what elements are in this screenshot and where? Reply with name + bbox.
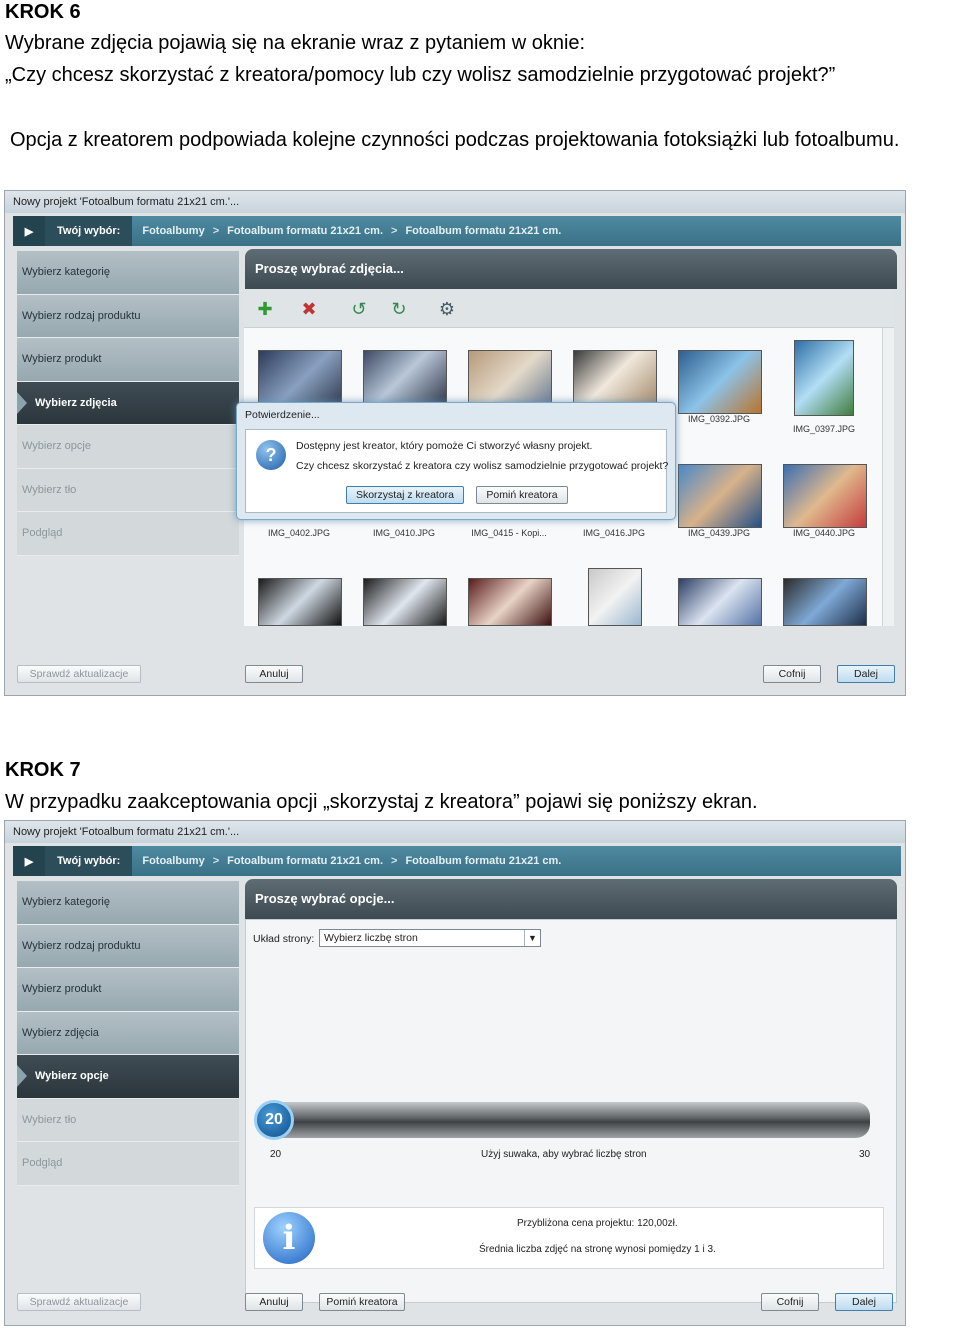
step6-line3: Opcja z kreatorem podpowiada kolejne czy…: [10, 129, 900, 151]
step7-line1: W przypadku zaakceptowania opcji „skorzy…: [5, 791, 758, 813]
breadcrumb-item[interactable]: Fotoalbum formatu 21x21 cm.: [405, 225, 561, 237]
page-count-select[interactable]: Wybierz liczbę stron ▼: [319, 929, 541, 947]
photo-thumb[interactable]: [783, 464, 867, 528]
breadcrumb: ▶ Twój wybór: Fotoalbumy > Fotoalbum for…: [13, 216, 901, 246]
photo-thumb[interactable]: [783, 578, 867, 626]
dialog-title: Potwierdzenie...: [245, 409, 320, 421]
dialog-line2: Czy chcesz skorzystać z kreatora czy wol…: [296, 460, 669, 472]
photo-label: IMG_0397.JPG: [792, 424, 856, 434]
window-title: Nowy projekt 'Fotoalbum formatu 21x21 cm…: [5, 191, 905, 213]
page-count-select-value: Wybierz liczbę stron: [324, 932, 418, 944]
price-text: Przybliżona cena projektu: 120,00zł.: [517, 1218, 678, 1229]
photo-label: IMG_0415 - Kopi...: [471, 528, 547, 538]
sidebar-item-category[interactable]: Wybierz kategorię: [17, 251, 239, 295]
breadcrumb-separator: >: [212, 225, 220, 237]
breadcrumb-arrow-icon[interactable]: ▶: [13, 846, 45, 876]
cancel-button[interactable]: Anuluj: [245, 665, 303, 683]
photo-label: IMG_0439.JPG: [687, 528, 751, 538]
sidebar-item-photos[interactable]: Wybierz zdjęcia: [17, 381, 239, 425]
breadcrumb-item[interactable]: Fotoalbum formatu 21x21 cm.: [405, 855, 561, 867]
gear-icon[interactable]: ⚙: [434, 296, 460, 322]
photo-grid-scrollbar[interactable]: [882, 328, 894, 626]
photo-label: IMG_0402.JPG: [267, 528, 331, 538]
breadcrumb-separator: >: [212, 855, 220, 867]
breadcrumb: ▶ Twój wybór: Fotoalbumy > Fotoalbum for…: [13, 846, 901, 876]
breadcrumb-arrow-icon[interactable]: ▶: [13, 216, 45, 246]
sidebar-item-preview: Podgląd: [17, 1142, 239, 1186]
sidebar-item-product[interactable]: Wybierz produkt: [17, 968, 239, 1012]
step6-heading: KROK 6: [5, 1, 81, 23]
slider-hint: Użyj suwaka, aby wybrać liczbę stron: [481, 1149, 647, 1160]
next-button[interactable]: Dalej: [835, 1293, 893, 1311]
step6-line2: „Czy chcesz skorzystać z kreatora/pomocy…: [5, 64, 836, 86]
sidebar-item-photos[interactable]: Wybierz zdjęcia: [17, 1011, 239, 1055]
photo-thumb[interactable]: [794, 340, 854, 416]
add-photos-icon[interactable]: ✚: [252, 296, 278, 322]
photo-thumb[interactable]: [468, 578, 552, 626]
sidebar-item-product-type[interactable]: Wybierz rodzaj produktu: [17, 294, 239, 338]
dialog-line1: Dostępny jest kreator, który pomoże Ci s…: [296, 440, 593, 452]
breadcrumb-item[interactable]: Fotoalbumy: [142, 855, 204, 867]
step7-heading: KROK 7: [5, 759, 81, 781]
photo-thumb[interactable]: [363, 578, 447, 626]
skip-wizard-button[interactable]: Pomiń kreatora: [476, 486, 568, 504]
slider-knob[interactable]: 20: [254, 1100, 294, 1140]
skip-wizard-button[interactable]: Pomiń kreatora: [319, 1293, 405, 1311]
photo-label: IMG_0410.JPG: [372, 528, 436, 538]
info-icon: i: [263, 1212, 315, 1264]
rotate-left-icon[interactable]: ↺: [346, 296, 372, 322]
photo-thumb[interactable]: [258, 578, 342, 626]
question-icon: ?: [256, 440, 286, 470]
back-button[interactable]: Cofnij: [763, 665, 821, 683]
layout-label: Układ strony:: [253, 933, 315, 945]
sidebar-item-category[interactable]: Wybierz kategorię: [17, 881, 239, 925]
breadcrumb-item[interactable]: Fotoalbum formatu 21x21 cm.: [227, 225, 383, 237]
sidebar-item-options[interactable]: Wybierz opcje: [17, 1055, 239, 1099]
sidebar-item-product-type[interactable]: Wybierz rodzaj produktu: [17, 924, 239, 968]
wizard-steps-sidebar: Wybierz kategorię Wybierz rodzaj produkt…: [17, 251, 239, 556]
photo-thumb[interactable]: [678, 578, 762, 626]
check-updates-button[interactable]: Sprawdź aktualizacje: [17, 665, 141, 683]
wizard-steps-sidebar: Wybierz kategorię Wybierz rodzaj produkt…: [17, 881, 239, 1186]
sidebar-item-background: Wybierz tło: [17, 1098, 239, 1142]
slider-max-label: 30: [859, 1149, 871, 1160]
panel-title: Proszę wybrać zdjęcia...: [245, 249, 897, 289]
sidebar-item-options: Wybierz opcje: [17, 425, 239, 469]
breadcrumb-separator: >: [391, 855, 398, 867]
step6-line1: Wybrane zdjęcia pojawią się na ekranie w…: [5, 32, 586, 54]
photo-label: IMG_0392.JPG: [687, 414, 751, 424]
dialog-body: ? Dostępny jest kreator, który pomoże Ci…: [245, 429, 669, 513]
sidebar-item-background: Wybierz tło: [17, 468, 239, 512]
slider-min-label: 20: [270, 1149, 282, 1160]
window-title: Nowy projekt 'Fotoalbum formatu 21x21 cm…: [5, 821, 905, 843]
photo-thumb[interactable]: [678, 350, 762, 414]
breadcrumb-first: Twój wybór:: [45, 216, 133, 246]
confirmation-dialog: Potwierdzenie... ? Dostępny jest kreator…: [236, 402, 676, 520]
use-wizard-button[interactable]: Skorzystaj z kreatora: [346, 486, 464, 504]
check-updates-button[interactable]: Sprawdź aktualizacje: [17, 1293, 141, 1311]
breadcrumb-item[interactable]: Fotoalbum formatu 21x21 cm.: [227, 855, 383, 867]
breadcrumb-separator: >: [391, 225, 398, 237]
photo-toolbar: ✚ ✖ ↺ ↻ ⚙: [244, 290, 894, 328]
panel-title: Proszę wybrać opcje...: [245, 879, 897, 919]
breadcrumb-item[interactable]: Fotoalbumy: [142, 225, 204, 237]
sidebar-item-preview: Podgląd: [17, 512, 239, 556]
photo-label: IMG_0416.JPG: [582, 528, 646, 538]
next-button[interactable]: Dalej: [837, 665, 895, 683]
main-panel: Proszę wybrać zdjęcia...: [245, 249, 897, 289]
avg-photos-text: Średnia liczba zdjęć na stronę wynosi po…: [479, 1244, 716, 1255]
photo-thumb[interactable]: [678, 464, 762, 528]
rotate-right-icon[interactable]: ↻: [386, 296, 412, 322]
page-count-slider[interactable]: [256, 1102, 870, 1138]
sidebar-item-product[interactable]: Wybierz produkt: [17, 338, 239, 382]
remove-photos-icon[interactable]: ✖: [296, 296, 322, 322]
cancel-button[interactable]: Anuluj: [245, 1293, 303, 1311]
back-button[interactable]: Cofnij: [761, 1293, 819, 1311]
project-info-box: i Przybliżona cena projektu: 120,00zł. Ś…: [254, 1207, 884, 1269]
photo-label: IMG_0440.JPG: [792, 528, 856, 538]
breadcrumb-first: Twój wybór:: [45, 846, 133, 876]
photo-thumb[interactable]: [588, 568, 642, 626]
chevron-down-icon[interactable]: ▼: [524, 930, 540, 946]
